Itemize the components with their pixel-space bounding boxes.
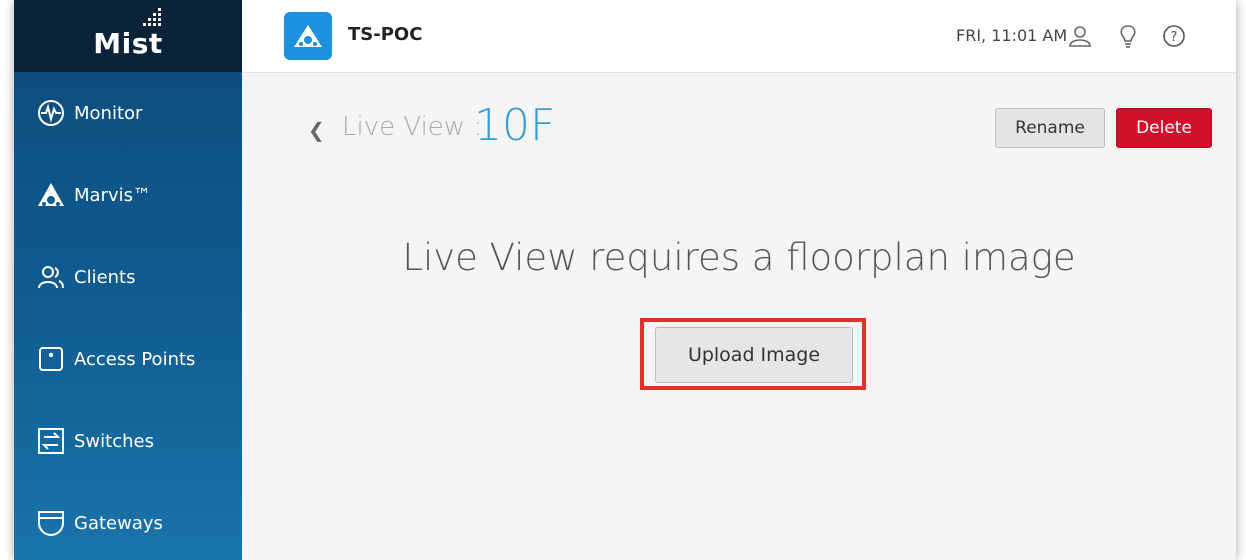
logo-dots-icon <box>143 8 161 26</box>
sidebar-item-monitor[interactable]: Monitor <box>14 72 242 154</box>
sidebar-item-label: Gateways <box>74 512 163 534</box>
user-icon[interactable] <box>1066 22 1094 50</box>
sidebar-item-clients[interactable]: Clients <box>14 236 242 318</box>
floorplan-required-message: Live View requires a floorplan image <box>402 236 1076 279</box>
org-logo-icon[interactable] <box>284 12 332 60</box>
sidebar-item-marvis[interactable]: Marvis™ <box>14 154 242 236</box>
monitor-icon <box>34 96 68 130</box>
sidebar-item-label: Monitor <box>74 102 143 124</box>
marvis-icon <box>34 178 68 212</box>
lightbulb-icon[interactable] <box>1114 22 1142 50</box>
sidebar-item-access-points[interactable]: Access Points <box>14 318 242 400</box>
delete-button[interactable]: Delete <box>1116 108 1212 148</box>
mist-logo[interactable]: Mist <box>14 0 242 72</box>
sidebar-item-label: Access Points <box>74 348 196 370</box>
sidebar-item-switches[interactable]: Switches <box>14 400 242 482</box>
upload-image-button[interactable]: Upload Image <box>655 327 853 383</box>
sidebar-item-label: Marvis™ <box>74 184 151 206</box>
gateway-icon <box>34 506 68 540</box>
sidebar-item-label: Switches <box>74 430 154 452</box>
app-window: Mist Monitor Marvis™ Clients Access Poin… <box>14 0 1236 560</box>
top-bar: TS-POC FRI, 11:01 AM ? <box>242 0 1236 73</box>
switch-icon <box>34 424 68 458</box>
help-icon[interactable]: ? <box>1160 22 1188 50</box>
org-name[interactable]: TS-POC <box>348 24 422 45</box>
back-chevron-icon[interactable]: ❮ <box>308 118 325 142</box>
page-title-label: Live View : <box>342 112 483 142</box>
sidebar-item-gateways[interactable]: Gateways <box>14 482 242 560</box>
datetime-display: FRI, 11:01 AM <box>956 26 1068 45</box>
access-point-icon <box>34 342 68 376</box>
clients-icon <box>34 260 68 294</box>
svg-text:?: ? <box>1171 30 1178 45</box>
sidebar: Mist Monitor Marvis™ Clients Access Poin… <box>14 0 242 560</box>
rename-button[interactable]: Rename <box>995 108 1105 148</box>
page-title-value: 10F <box>474 100 556 151</box>
sidebar-item-label: Clients <box>74 266 136 288</box>
